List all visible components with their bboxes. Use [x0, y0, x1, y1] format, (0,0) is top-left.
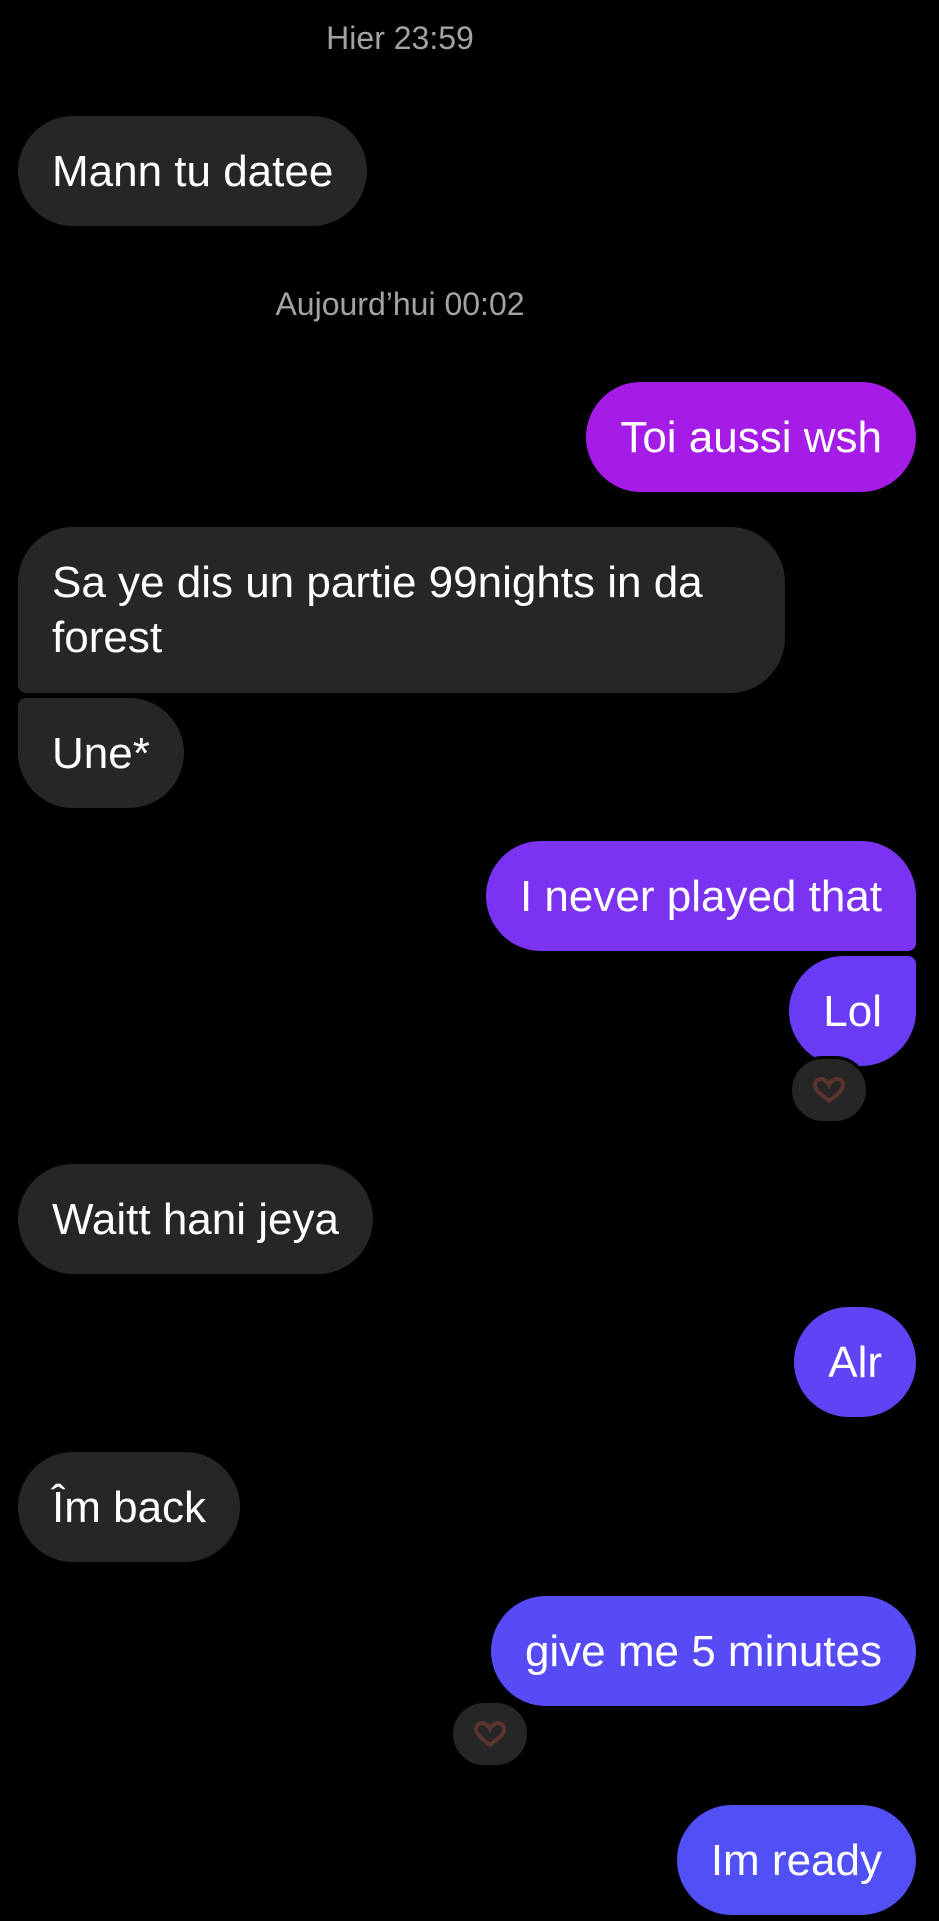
- message-incoming[interactable]: Sa ye dis un partie 99nights in da fores…: [18, 527, 785, 693]
- message-outgoing[interactable]: Toi aussi wsh: [586, 382, 916, 492]
- message-text: Mann tu datee: [52, 146, 334, 196]
- message-text: Sa ye dis un partie 99nights in da fores…: [52, 558, 703, 662]
- message-outgoing[interactable]: give me 5 minutes: [490, 1596, 916, 1706]
- message-text: give me 5 minutes: [524, 1626, 882, 1676]
- message-text: I never played that: [519, 871, 882, 921]
- message-incoming[interactable]: Waitt hani jeya: [18, 1164, 373, 1274]
- timestamp-yesterday: Hier 23:59: [326, 20, 474, 56]
- message-outgoing[interactable]: Alr: [794, 1307, 916, 1417]
- message-outgoing[interactable]: Lol: [789, 956, 916, 1066]
- message-outgoing[interactable]: I never played that: [485, 841, 916, 951]
- reaction-badge[interactable]: [789, 1056, 869, 1124]
- heart-hands-icon: [473, 1721, 507, 1747]
- message-text: Une*: [52, 728, 150, 778]
- message-text: Lol: [823, 986, 882, 1036]
- message-text: Îm back: [52, 1482, 207, 1532]
- message-text: Alr: [828, 1337, 882, 1387]
- timestamp-today: Aujourd’hui 00:02: [275, 286, 525, 322]
- message-text: Toi aussi wsh: [620, 412, 882, 462]
- heart-hands-icon: [812, 1077, 846, 1103]
- message-outgoing[interactable]: Im ready: [676, 1805, 916, 1915]
- message-incoming[interactable]: Îm back: [18, 1452, 241, 1562]
- message-text: Im ready: [710, 1835, 882, 1885]
- reaction-badge[interactable]: [450, 1700, 530, 1768]
- message-incoming[interactable]: Mann tu datee: [18, 116, 368, 226]
- message-incoming[interactable]: Une*: [18, 698, 184, 808]
- message-text: Waitt hani jeya: [52, 1194, 339, 1244]
